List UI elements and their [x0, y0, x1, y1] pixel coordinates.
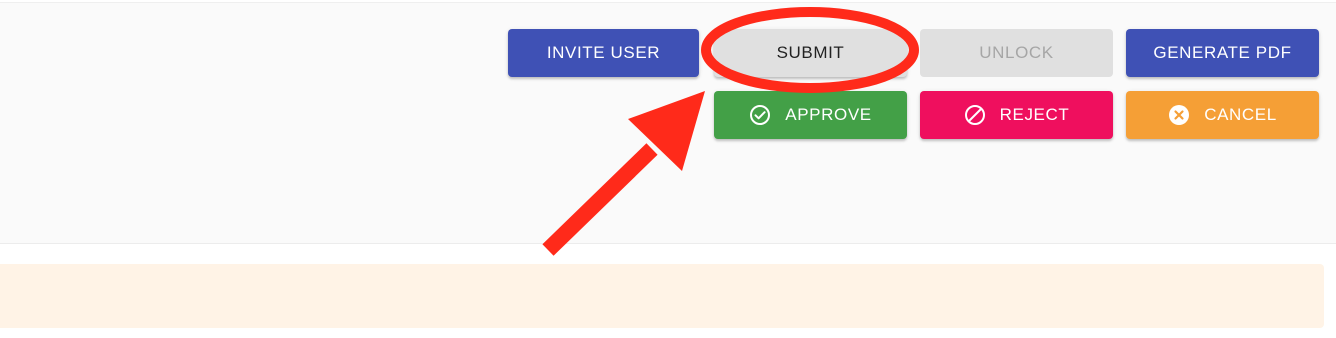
close-circle-icon — [1168, 104, 1190, 126]
unlock-button[interactable]: UNLOCK — [920, 29, 1113, 77]
submit-label: SUBMIT — [776, 43, 845, 62]
unlock-label: UNLOCK — [979, 43, 1054, 62]
cancel-button[interactable]: CANCEL — [1126, 91, 1319, 139]
check-circle-icon — [749, 104, 771, 126]
submit-button[interactable]: SUBMIT — [714, 29, 907, 77]
cancel-label: CANCEL — [1204, 105, 1277, 124]
invite-user-button[interactable]: INVITE USER — [508, 29, 699, 77]
reject-button[interactable]: REJECT — [920, 91, 1113, 139]
generate-pdf-label: GENERATE PDF — [1153, 43, 1292, 62]
generate-pdf-button[interactable]: GENERATE PDF — [1126, 29, 1319, 77]
approve-label: APPROVE — [785, 105, 872, 124]
block-icon — [964, 104, 986, 126]
reject-label: REJECT — [999, 105, 1070, 124]
notice-bar — [0, 264, 1324, 328]
approve-button[interactable]: APPROVE — [714, 91, 907, 139]
invite-user-label: INVITE USER — [546, 43, 661, 62]
